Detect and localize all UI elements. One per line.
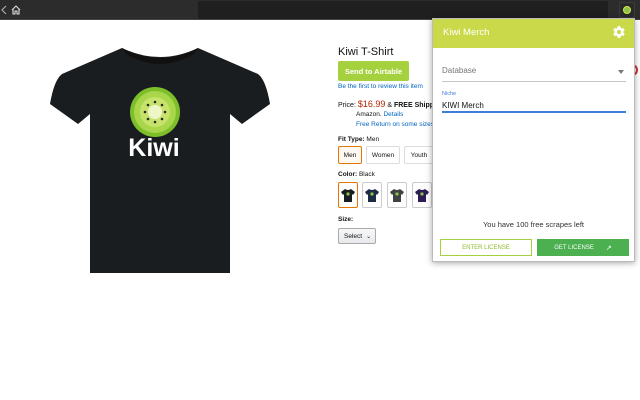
database-placeholder: Database [442,66,477,75]
color-swatch-gray[interactable] [387,182,407,208]
size-select-value: Select [344,232,363,240]
size-label: Size: [338,216,354,223]
popup-header: Kiwi Merch [433,19,634,48]
free-scrapes-text: You have 100 free scrapes left [482,220,585,229]
page: Kiwi Kiwi T-Shirt Send to Airtable Be th… [0,0,640,400]
database-select[interactable]: Database [442,62,626,82]
fit-option-men[interactable]: Men [338,146,362,164]
kiwi-extension-icon[interactable] [619,2,635,18]
price-label: Price: [338,102,356,109]
kiwi-merch-popup: Kiwi Merch Database Niche You have 100 f… [432,18,635,262]
color-caption: Color: [338,171,358,178]
shipping-prefix: & [387,102,394,109]
fit-type-value: Men [366,136,380,143]
toolbar-spacer [26,1,196,19]
kiwi-dot-icon [623,6,631,14]
gear-icon[interactable] [612,25,626,39]
fit-option-youth[interactable]: Youth [404,146,434,164]
review-link[interactable]: Be the first to review this item [338,83,423,90]
dropdown-arrow-icon [618,70,624,74]
price-value: $16.99 [357,99,386,109]
get-license-label: GET LICENSE [554,244,594,251]
niche-input[interactable] [442,99,626,113]
amazon-row: Amazon. Details [356,111,403,118]
color-swatch-black[interactable] [338,182,358,208]
send-to-airtable-button[interactable]: Send to Airtable [338,61,409,81]
external-link-icon: ↗ [605,244,612,252]
fit-type-label: Fit Type: Men [338,136,379,143]
address-bar[interactable] [198,1,608,19]
price-row: Price: $16.99 & FREE Shipping [338,99,445,109]
amazon-text: Amazon. [356,111,382,118]
free-return-link[interactable]: Free Return on some sizes [356,121,434,128]
enter-license-button[interactable]: ENTER LICENSE [440,239,532,256]
product-title: Kiwi T-Shirt [338,46,394,58]
size-select[interactable]: Select ⌄ [338,228,376,244]
home-icon[interactable] [10,3,24,17]
color-swatch-purple[interactable] [412,182,432,208]
details-link[interactable]: Details [383,111,403,118]
chevron-down-icon: ⌄ [366,233,372,240]
niche-label: Niche [442,91,457,97]
product-image: Kiwi [30,28,290,278]
popup-title: Kiwi Merch [443,27,490,38]
fit-type-caption: Fit Type: [338,136,365,143]
color-value: Black [358,171,375,178]
fit-option-women[interactable]: Women [366,146,400,164]
color-swatch-navy[interactable] [362,182,382,208]
shirt-brand-text: Kiwi [128,134,179,162]
get-license-button[interactable]: GET LICENSE ↗ [537,239,629,256]
browser-toolbar [0,0,640,20]
color-label: Color: Black [338,171,375,178]
